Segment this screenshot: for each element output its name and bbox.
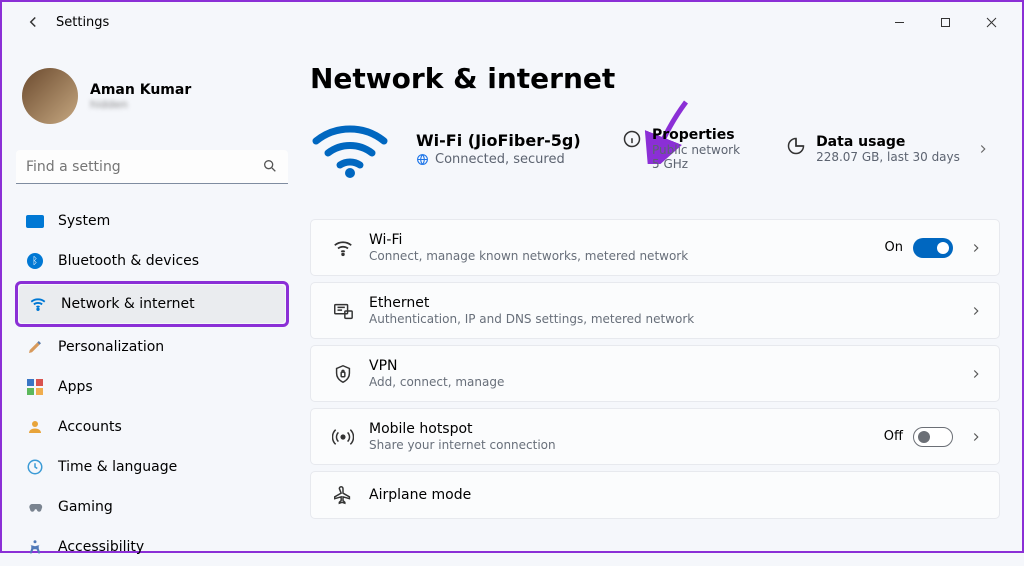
chevron-right-icon [969, 241, 983, 255]
ethernet-icon [327, 300, 359, 322]
nav-accounts[interactable]: Accounts [16, 408, 288, 446]
nav-accessibility[interactable]: Accessibility [16, 528, 288, 566]
info-icon [622, 129, 642, 149]
card-sub: Authentication, IP and DNS settings, met… [369, 312, 953, 326]
paintbrush-icon [26, 338, 44, 356]
card-title: Wi-Fi [369, 232, 885, 248]
card-sub: Share your internet connection [369, 438, 884, 452]
gamepad-icon [26, 498, 44, 516]
back-button[interactable] [24, 13, 42, 31]
card-sub: Connect, manage known networks, metered … [369, 249, 885, 263]
nav-label: Bluetooth & devices [58, 253, 199, 269]
nav-label: Personalization [58, 339, 164, 355]
nav-network[interactable]: Network & internet [19, 285, 285, 323]
toggle-label: Off [884, 429, 903, 444]
airplane-card[interactable]: Airplane mode [310, 471, 1000, 519]
system-icon [26, 212, 44, 230]
toggle-label: On [885, 240, 903, 255]
shield-lock-icon [327, 363, 359, 385]
card-title: Airplane mode [369, 487, 983, 503]
nav-label: Accounts [58, 419, 122, 435]
nav-system[interactable]: System [16, 202, 288, 240]
nav-label: Time & language [58, 459, 177, 475]
chevron-right-icon [976, 142, 990, 156]
data-usage-tile[interactable]: Data usage 228.07 GB, last 30 days [786, 134, 990, 164]
search-icon [262, 158, 278, 174]
avatar [22, 68, 78, 124]
chevron-right-icon [969, 430, 983, 444]
chevron-right-icon [969, 367, 983, 381]
wifi-card[interactable]: Wi-Fi Connect, manage known networks, me… [310, 219, 1000, 276]
wifi-toggle[interactable] [913, 238, 953, 258]
pie-chart-icon [786, 136, 806, 156]
user-name: Aman Kumar [90, 82, 191, 98]
nav-personalization[interactable]: Personalization [16, 328, 288, 366]
wifi-icon [327, 237, 359, 259]
window-close-button[interactable] [968, 6, 1014, 38]
nav-label: Apps [58, 379, 93, 395]
vpn-card[interactable]: VPN Add, connect, manage [310, 345, 1000, 402]
window-maximize-button[interactable] [922, 6, 968, 38]
nav-label: Network & internet [61, 296, 195, 312]
connection-state: Connected, secured [435, 152, 565, 167]
properties-tile[interactable]: Properties Public network 5 GHz [622, 127, 740, 171]
clock-globe-icon [26, 458, 44, 476]
apps-icon [26, 378, 44, 396]
nav-gaming[interactable]: Gaming [16, 488, 288, 526]
wifi-large-icon [310, 119, 390, 179]
usage-sub: 228.07 GB, last 30 days [816, 150, 960, 164]
search-input[interactable] [16, 150, 288, 184]
app-title: Settings [56, 15, 109, 30]
hotspot-icon [327, 426, 359, 448]
accessibility-icon [26, 538, 44, 556]
globe-icon [416, 153, 429, 166]
person-icon [26, 418, 44, 436]
nav-bluetooth[interactable]: ᛒ Bluetooth & devices [16, 242, 288, 280]
annotation-highlight: Network & internet [15, 281, 289, 327]
chevron-right-icon [969, 304, 983, 318]
window-minimize-button[interactable] [876, 6, 922, 38]
ethernet-card[interactable]: Ethernet Authentication, IP and DNS sett… [310, 282, 1000, 339]
bluetooth-icon: ᛒ [26, 252, 44, 270]
airplane-icon [327, 484, 359, 506]
connection-name: Wi-Fi (JioFiber-5g) [416, 131, 596, 150]
card-title: Mobile hotspot [369, 421, 884, 437]
user-email: hidden [90, 98, 191, 111]
account-header[interactable]: Aman Kumar hidden [22, 68, 282, 124]
hotspot-toggle[interactable] [913, 427, 953, 447]
card-title: VPN [369, 358, 953, 374]
nav-label: System [58, 213, 110, 229]
nav-label: Gaming [58, 499, 113, 515]
hotspot-card[interactable]: Mobile hotspot Share your internet conne… [310, 408, 1000, 465]
properties-sub2: 5 GHz [652, 157, 740, 171]
nav-apps[interactable]: Apps [16, 368, 288, 406]
properties-title: Properties [652, 127, 740, 143]
properties-sub1: Public network [652, 143, 740, 157]
network-icon [29, 295, 47, 313]
card-title: Ethernet [369, 295, 953, 311]
usage-title: Data usage [816, 134, 960, 150]
nav-time-language[interactable]: Time & language [16, 448, 288, 486]
card-sub: Add, connect, manage [369, 375, 953, 389]
page-title: Network & internet [310, 62, 1000, 95]
